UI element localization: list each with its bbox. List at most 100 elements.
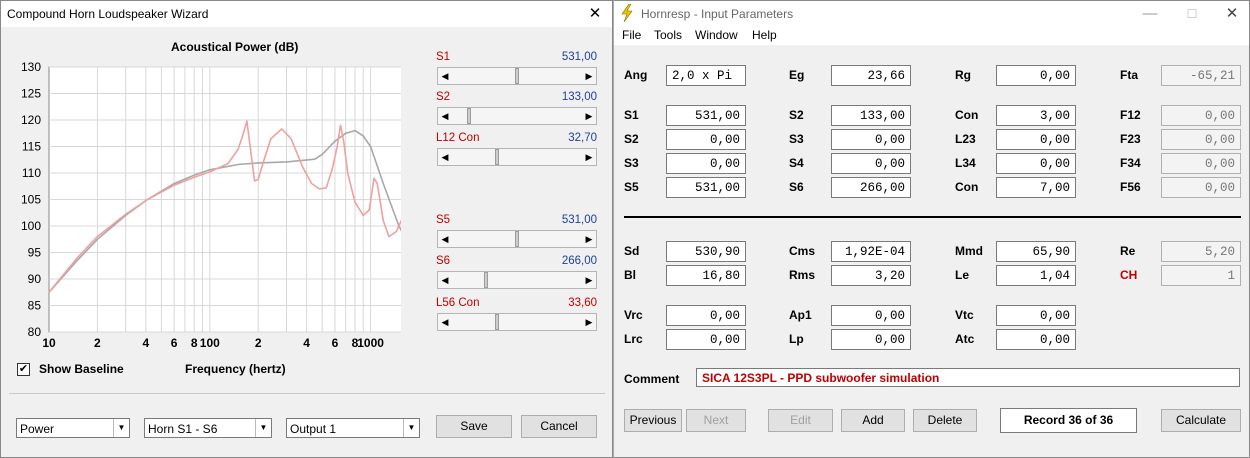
- previous-button[interactable]: Previous: [624, 409, 682, 432]
- menu-help[interactable]: Help: [752, 28, 777, 42]
- horn-range-select[interactable]: Horn S1 - S6 ▼: [144, 418, 272, 438]
- menu-file[interactable]: File: [622, 28, 641, 42]
- slider-label: S2: [436, 91, 451, 103]
- output-type-select[interactable]: Power ▼: [16, 418, 130, 438]
- parameter-slider[interactable]: ◀ ▶: [437, 107, 597, 125]
- param-field-con[interactable]: 7,00: [996, 177, 1076, 198]
- param-field-ap1[interactable]: 0,00: [831, 305, 911, 326]
- parameter-slider[interactable]: ◀ ▶: [437, 230, 597, 248]
- param-field-vtc[interactable]: 0,00: [996, 305, 1076, 326]
- param-label-f34: F34: [1120, 156, 1141, 170]
- arrow-right-icon[interactable]: ▶: [582, 314, 596, 330]
- arrow-left-icon[interactable]: ◀: [438, 108, 452, 124]
- arrow-left-icon[interactable]: ◀: [438, 68, 452, 84]
- param-field-con[interactable]: 3,00: [996, 105, 1076, 126]
- hornresp-titlebar: Hornresp - Input Parameters — ☐ ✕: [614, 1, 1249, 27]
- slider-thumb[interactable]: [483, 272, 488, 288]
- param-field-l23[interactable]: 0,00: [996, 129, 1076, 150]
- y-tick-label: 110: [22, 166, 41, 180]
- param-field-re: 5,20: [1161, 241, 1241, 262]
- param-label-sd: Sd: [624, 244, 640, 258]
- y-tick-label: 115: [22, 140, 41, 154]
- arrow-right-icon[interactable]: ▶: [582, 108, 596, 124]
- slider-value: 32,70: [568, 132, 597, 144]
- close-icon[interactable]: ✕: [582, 3, 608, 25]
- save-button[interactable]: Save: [436, 415, 512, 438]
- param-field-s2[interactable]: 133,00: [831, 105, 911, 126]
- arrow-left-icon[interactable]: ◀: [438, 314, 452, 330]
- close-icon[interactable]: ✕: [1219, 3, 1245, 25]
- param-field-lp[interactable]: 0,00: [831, 329, 911, 350]
- slider-thumb[interactable]: [515, 68, 519, 84]
- param-field-s6[interactable]: 266,00: [831, 177, 911, 198]
- calculate-button[interactable]: Calculate: [1161, 409, 1241, 432]
- param-field-fta: -65,21: [1161, 65, 1241, 86]
- output-select[interactable]: Output 1 ▼: [286, 418, 420, 438]
- x-tick-label: 4: [303, 336, 310, 350]
- param-label-bl: Bl: [624, 268, 636, 282]
- param-field-atc[interactable]: 0,00: [996, 329, 1076, 350]
- show-baseline-label: Show Baseline: [39, 362, 124, 376]
- arrow-right-icon[interactable]: ▶: [582, 272, 596, 288]
- slider-thumb[interactable]: [494, 314, 499, 330]
- slider-thumb[interactable]: [494, 149, 499, 165]
- param-field-eg[interactable]: 23,66: [831, 65, 911, 86]
- param-field-mmd[interactable]: 65,90: [996, 241, 1076, 262]
- param-field-s1[interactable]: 531,00: [666, 105, 746, 126]
- arrow-left-icon[interactable]: ◀: [438, 149, 452, 165]
- slider-label: S6: [436, 255, 451, 267]
- param-field-bl[interactable]: 16,80: [666, 265, 746, 286]
- x-tick-label: 6: [332, 336, 339, 350]
- param-field-sd[interactable]: 530,90: [666, 241, 746, 262]
- param-field-vrc[interactable]: 0,00: [666, 305, 746, 326]
- menubar: File Tools Window Help: [614, 27, 1249, 45]
- arrow-right-icon[interactable]: ▶: [582, 68, 596, 84]
- slider-thumb[interactable]: [515, 231, 519, 247]
- horn-range-value: Horn S1 - S6: [148, 422, 218, 436]
- show-baseline-checkbox[interactable]: ✔: [17, 363, 30, 376]
- param-field-ang[interactable]: 2,0 x Pi: [666, 65, 746, 86]
- y-tick-label: 95: [28, 246, 42, 260]
- param-label-s3: S3: [789, 132, 804, 146]
- y-tick-label: 125: [21, 87, 41, 101]
- menu-tools[interactable]: Tools: [654, 28, 682, 42]
- parameter-slider[interactable]: ◀ ▶: [437, 67, 597, 85]
- param-field-lrc[interactable]: 0,00: [666, 329, 746, 350]
- param-label-f56: F56: [1120, 180, 1141, 194]
- param-field-s5[interactable]: 531,00: [666, 177, 746, 198]
- edit-button[interactable]: Edit: [768, 409, 833, 432]
- param-field-s3[interactable]: 0,00: [666, 153, 746, 174]
- minimize-icon[interactable]: —: [1137, 3, 1163, 25]
- arrow-left-icon[interactable]: ◀: [438, 272, 452, 288]
- slider-value: 266,00: [561, 255, 597, 267]
- y-tick-label: 80: [28, 325, 42, 339]
- cancel-button[interactable]: Cancel: [521, 415, 597, 438]
- param-field-rms[interactable]: 3,20: [831, 265, 911, 286]
- comment-label: Comment: [624, 372, 680, 386]
- param-label-s3: S3: [624, 156, 639, 170]
- next-button[interactable]: Next: [686, 409, 746, 432]
- param-label-s2: S2: [789, 108, 804, 122]
- param-field-s2[interactable]: 0,00: [666, 129, 746, 150]
- slider-value: 133,00: [561, 91, 597, 103]
- param-field-s4[interactable]: 0,00: [831, 153, 911, 174]
- arrow-right-icon[interactable]: ▶: [582, 231, 596, 247]
- parameter-slider[interactable]: ◀ ▶: [437, 271, 597, 289]
- comment-input[interactable]: SICA 12S3PL - PPD subwoofer simulation: [696, 368, 1240, 387]
- param-label-le: Le: [955, 268, 970, 282]
- maximize-icon[interactable]: ☐: [1179, 3, 1205, 25]
- delete-button[interactable]: Delete: [913, 409, 977, 432]
- param-field-rg[interactable]: 0,00: [996, 65, 1076, 86]
- parameter-slider[interactable]: ◀ ▶: [437, 148, 597, 166]
- param-field-le[interactable]: 1,04: [996, 265, 1076, 286]
- param-field-cms[interactable]: 1,92E-04: [831, 241, 911, 262]
- menu-window[interactable]: Window: [695, 28, 738, 42]
- add-button[interactable]: Add: [841, 409, 905, 432]
- param-field-l34[interactable]: 0,00: [996, 153, 1076, 174]
- param-field-s3[interactable]: 0,00: [831, 129, 911, 150]
- wizard-titlebar: Compound Horn Loudspeaker Wizard ✕: [1, 1, 612, 27]
- arrow-right-icon[interactable]: ▶: [582, 149, 596, 165]
- slider-thumb[interactable]: [467, 108, 472, 124]
- parameter-slider[interactable]: ◀ ▶: [437, 313, 597, 331]
- arrow-left-icon[interactable]: ◀: [438, 231, 452, 247]
